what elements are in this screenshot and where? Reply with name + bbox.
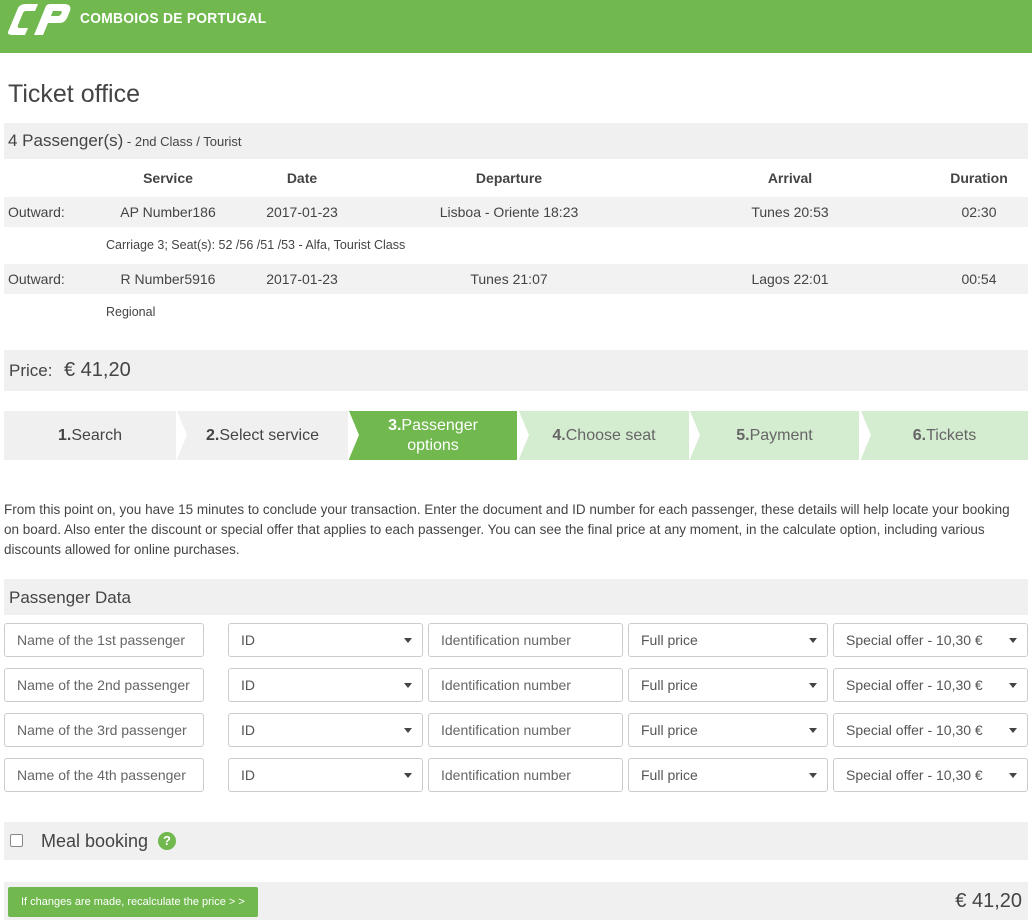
fare-select[interactable]: Full price [628,623,828,657]
step-choose-seat: 4.Choose seat [519,411,689,460]
step-select-service[interactable]: 2.Select service [177,411,348,460]
help-icon[interactable]: ? [158,832,176,850]
fare-select[interactable]: Full price [628,668,828,702]
chevron-down-icon [1009,638,1017,643]
passenger-name-input[interactable]: Name of the 3rd passenger [4,713,204,747]
passenger-count: 4 Passenger(s) [8,131,124,150]
journey-direction: Outward: [8,204,65,220]
header-duration: Duration [950,170,1008,186]
chevron-down-icon [809,773,817,778]
chevron-down-icon [1009,773,1017,778]
passenger-name-input[interactable]: Name of the 1st passenger [4,623,204,657]
chevron-down-icon [809,728,817,733]
journey-arrival: Lagos 22:01 [751,271,829,287]
chevron-down-icon [1009,728,1017,733]
meal-booking-label: Meal booking [41,831,149,851]
journey-departure: Lisboa - Oriente 18:23 [439,204,579,220]
journey-row: Outward: R Number5916 2017-01-23 Tunes 2… [4,264,1028,294]
page-title: Ticket office [8,80,140,108]
fare-select[interactable]: Full price [628,713,828,747]
recalculate-bar: If changes are made, recalculate the pri… [4,882,1028,920]
journey-duration: 02:30 [961,204,997,220]
step-divider [519,411,529,459]
total-price: € 41,20 [955,890,1022,912]
journey-duration: 00:54 [961,271,997,287]
step-divider [861,411,871,459]
document-type-select[interactable]: ID [228,668,423,702]
journey-direction: Outward: [8,271,65,287]
header-departure: Departure [475,170,543,186]
cp-logo-icon[interactable] [4,2,72,38]
step-search[interactable]: 1.Search [4,411,176,460]
price-bar: Price: € 41,20 [4,350,1028,391]
chevron-down-icon [809,638,817,643]
journey-service: R Number5916 [120,271,216,287]
journey-details: Regional [106,305,156,319]
header-service: Service [143,170,193,186]
fare-select[interactable]: Full price [628,758,828,792]
chevron-down-icon [404,728,412,733]
instructions-text: From this point on, you have 15 minutes … [4,502,1010,557]
recalculate-price-button[interactable]: If changes are made, recalculate the pri… [8,887,258,917]
step-divider [349,411,359,459]
passenger-name-input[interactable]: Name of the 2nd passenger [4,668,204,702]
passenger-class: - 2nd Class / Tourist [123,134,242,149]
document-type-select[interactable]: ID [228,758,423,792]
step-payment: 5.Payment [690,411,859,460]
chevron-down-icon [404,683,412,688]
brand-name: COMBOIOS DE PORTUGAL [80,10,267,27]
progress-steps: 1.Search 2.Select service 3.Passenger opt… [4,411,1028,460]
document-type-select[interactable]: ID [228,713,423,747]
journey-service: AP Number186 [120,204,216,220]
journey-row: Outward: AP Number186 2017-01-23 Lisboa … [4,197,1028,227]
meal-booking-checkbox[interactable] [10,834,23,847]
chevron-down-icon [1009,683,1017,688]
journey-date: 2017-01-23 [266,271,338,287]
special-offer-select[interactable]: Special offer - 10,30 € [833,668,1028,702]
chevron-down-icon [404,773,412,778]
id-number-input[interactable]: Identification number [428,713,623,747]
document-type-select[interactable]: ID [228,623,423,657]
meal-booking-bar: Meal booking ? [4,822,1028,860]
header-arrival: Arrival [767,170,813,186]
special-offer-select[interactable]: Special offer - 10,30 € [833,758,1028,792]
passenger-summary: 4 Passenger(s) - 2nd Class / Tourist [4,123,1028,159]
header-date: Date [286,170,318,186]
step-passenger-options[interactable]: 3.Passenger options [349,411,517,460]
top-bar: COMBOIOS DE PORTUGAL [0,0,1032,53]
special-offer-select[interactable]: Special offer - 10,30 € [833,713,1028,747]
passenger-name-input[interactable]: Name of the 4th passenger [4,758,204,792]
step-divider [690,411,700,459]
id-number-input[interactable]: Identification number [428,758,623,792]
step-tickets: 6.Tickets [861,411,1028,460]
id-number-input[interactable]: Identification number [428,623,623,657]
journey-date: 2017-01-23 [266,204,338,220]
journey-details: Carriage 3; Seat(s): 52 /56 /51 /53 - Al… [106,238,406,252]
chevron-down-icon [809,683,817,688]
passenger-data-header: Passenger Data [4,579,1028,615]
journey-arrival: Tunes 20:53 [751,204,829,220]
journey-departure: Tunes 21:07 [470,271,548,287]
special-offer-select[interactable]: Special offer - 10,30 € [833,623,1028,657]
chevron-down-icon [404,638,412,643]
price-value: € 41,20 [64,359,131,381]
id-number-input[interactable]: Identification number [428,668,623,702]
price-label: Price: [9,361,53,380]
passenger-data-title: Passenger Data [9,588,131,607]
step-divider [177,411,187,459]
